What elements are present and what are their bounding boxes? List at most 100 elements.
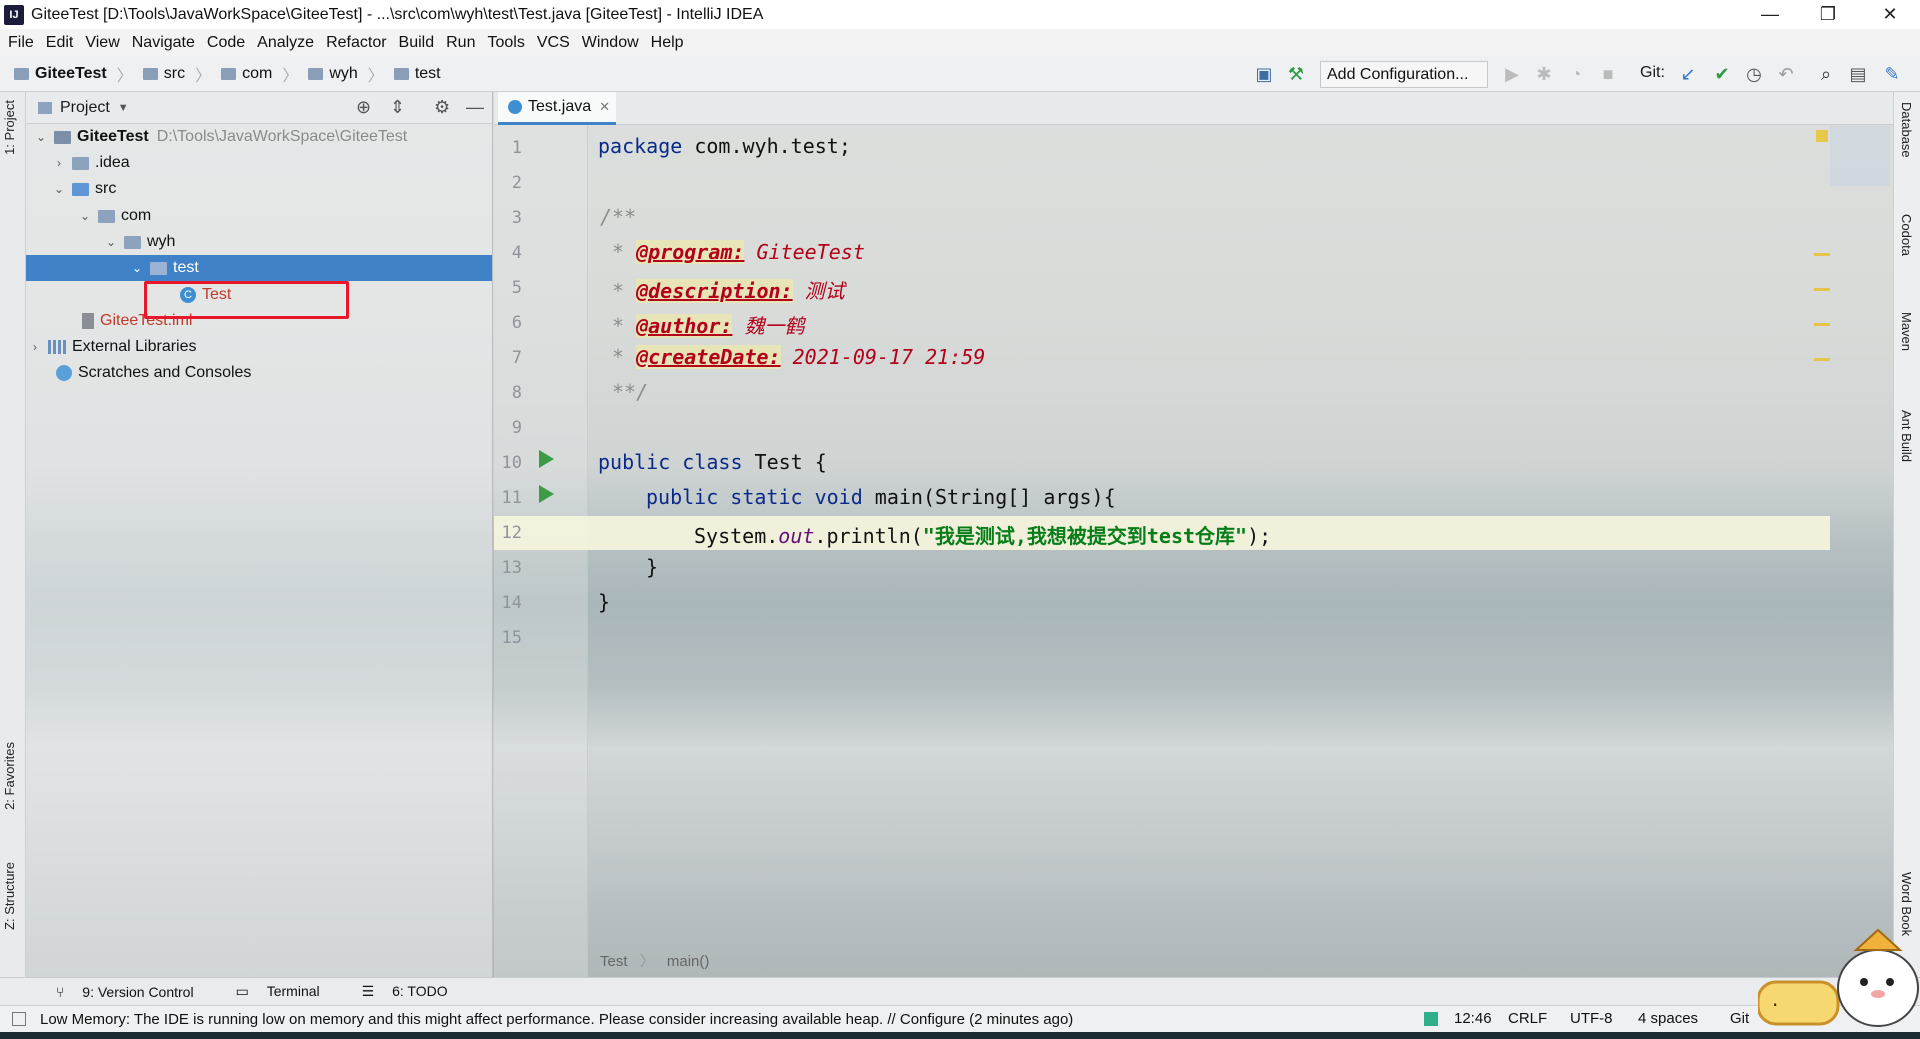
tree-item-idea[interactable]: › .idea — [26, 150, 492, 176]
code-line-5: * @description: 测试 — [612, 279, 845, 303]
breadcrumb-project[interactable]: GiteeTest 〉 — [14, 62, 133, 86]
indent-setting[interactable]: 4 spaces — [1638, 1010, 1698, 1027]
scratches-icon — [56, 365, 72, 381]
tree-item-src[interactable]: ⌄ src — [26, 176, 492, 202]
add-configuration-button[interactable]: Add Configuration... — [1320, 61, 1488, 88]
warning-stripe[interactable] — [1814, 288, 1830, 291]
menu-run[interactable]: Run — [446, 34, 475, 52]
chevron-down-icon[interactable]: ⌄ — [52, 182, 66, 196]
chevron-right-icon[interactable]: › — [52, 156, 66, 170]
tab-test-java[interactable]: Test.java ✕ — [498, 92, 616, 125]
search-icon[interactable]: ⌕ — [1814, 62, 1838, 86]
debug-icon[interactable]: ✱ — [1532, 62, 1556, 86]
tree-item-scratches[interactable]: Scratches and Consoles — [26, 360, 492, 386]
minimize-icon[interactable]: — — [1742, 0, 1798, 29]
module-folder-icon — [54, 130, 71, 144]
tree-item-giteetest[interactable]: ⌄ GiteeTest D:\Tools\JavaWorkSpace\GiteeTe… — [26, 124, 492, 150]
menu-analyze[interactable]: Analyze — [257, 34, 314, 52]
restore-icon[interactable]: ❐ — [1800, 0, 1856, 29]
ant-build-tool-tab[interactable]: Ant Build — [1899, 410, 1914, 462]
file-encoding[interactable]: UTF-8 — [1570, 1010, 1613, 1027]
code-minimap[interactable] — [1830, 126, 1890, 186]
string-literal: "我是测试,我想被提交到test仓库" — [922, 524, 1248, 548]
coverage-icon[interactable]: ◔ — [1564, 62, 1588, 86]
build-hammer-icon[interactable]: ⚒ — [1284, 62, 1308, 86]
svg-text:·: · — [1772, 993, 1778, 1017]
chevron-down-icon[interactable]: ⌄ — [104, 235, 118, 249]
menu-code[interactable]: Code — [207, 34, 245, 52]
translate-icon[interactable]: ✎ — [1880, 62, 1904, 86]
git-commit-icon[interactable]: ✔ — [1710, 62, 1734, 86]
line-number: 3 — [511, 208, 522, 228]
breadcrumb-com[interactable]: com 〉 — [221, 62, 298, 86]
tree-item-external-libraries[interactable]: › External Libraries — [26, 334, 492, 360]
line-number: 5 — [511, 278, 522, 298]
tab-label: Test.java — [528, 98, 592, 115]
warning-stripe[interactable] — [1814, 323, 1830, 326]
breadcrumb-wyh[interactable]: wyh 〉 — [308, 62, 384, 86]
tree-item-wyh[interactable]: ⌄ wyh — [26, 229, 492, 255]
git-branch[interactable]: Git — [1730, 1010, 1749, 1027]
close-tab-icon[interactable]: ✕ — [599, 99, 610, 115]
breadcrumb-label: src — [163, 64, 186, 82]
menu-build[interactable]: Build — [399, 34, 435, 52]
gear-icon[interactable]: ⚙ — [434, 97, 450, 118]
breadcrumb-class[interactable]: Test — [600, 953, 628, 970]
codota-tool-tab[interactable]: Codota — [1899, 214, 1914, 256]
line-number: 14 — [501, 593, 522, 613]
run-icon[interactable]: ▶ — [1500, 62, 1524, 86]
tree-item-com[interactable]: ⌄ com — [26, 203, 492, 229]
project-tool-tab[interactable]: 1: Project — [2, 100, 17, 155]
close-icon[interactable]: ✕ — [1862, 0, 1918, 29]
warning-stripe[interactable] — [1814, 253, 1830, 256]
menu-edit[interactable]: Edit — [46, 34, 74, 52]
menu-navigate[interactable]: Navigate — [132, 34, 195, 52]
project-panel-title[interactable]: Project — [60, 99, 110, 117]
menu-window[interactable]: Window — [582, 34, 639, 52]
codota-status-icon[interactable] — [1424, 1012, 1438, 1026]
database-tool-tab[interactable]: Database — [1899, 102, 1914, 158]
chevron-down-icon[interactable]: ▼ — [118, 102, 129, 114]
line-separator[interactable]: CRLF — [1508, 1010, 1547, 1027]
line-number: 10 — [501, 453, 522, 473]
collapse-all-icon[interactable]: ⇕ — [390, 97, 405, 118]
stop-icon[interactable]: ■ — [1596, 62, 1620, 86]
menu-refactor[interactable]: Refactor — [326, 34, 386, 52]
inspection-status-icon[interactable] — [1816, 130, 1828, 142]
menu-vcs[interactable]: VCS — [537, 34, 570, 52]
chevron-down-icon[interactable]: ⌄ — [34, 130, 48, 144]
menu-view[interactable]: View — [85, 34, 119, 52]
chevron-right-icon[interactable]: › — [28, 340, 42, 354]
maven-tool-tab[interactable]: Maven — [1899, 312, 1914, 351]
run-gutter-icon[interactable] — [539, 485, 554, 503]
chevron-down-icon[interactable]: ⌄ — [78, 209, 92, 223]
breadcrumb-label: com — [242, 64, 273, 82]
terminal-tab[interactable]: ▭ Terminal — [222, 983, 320, 1000]
locate-icon[interactable]: ⊕ — [356, 97, 371, 118]
project-structure-icon[interactable]: ▤ — [1846, 62, 1870, 86]
hide-panel-icon[interactable]: — — [466, 97, 484, 118]
git-update-icon[interactable]: ↙ — [1676, 62, 1700, 86]
menu-help[interactable]: Help — [651, 34, 684, 52]
breadcrumb-src[interactable]: src 〉 — [142, 62, 211, 86]
breadcrumb-method[interactable]: main() — [667, 953, 710, 970]
caret-position[interactable]: 12:46 — [1454, 1010, 1492, 1027]
git-history-icon[interactable]: ◷ — [1742, 62, 1766, 86]
favorites-tool-tab[interactable]: 2: Favorites — [2, 742, 17, 810]
todo-tab[interactable]: ☰ 6: TODO — [348, 983, 448, 1000]
version-control-tab[interactable]: ⑂ 9: Version Control — [42, 984, 194, 1000]
status-message[interactable]: Low Memory: The IDE is running low on me… — [40, 1011, 1073, 1028]
breadcrumb-test[interactable]: test — [393, 65, 441, 83]
toggle-tool-windows-icon[interactable] — [12, 1012, 26, 1026]
chevron-down-icon[interactable]: ⌄ — [130, 261, 144, 275]
structure-tool-tab[interactable]: Z: Structure — [2, 862, 17, 930]
tree-item-test-package[interactable]: ⌄ test — [26, 255, 492, 281]
menu-tools[interactable]: Tools — [487, 34, 524, 52]
warning-stripe[interactable] — [1814, 358, 1830, 361]
mascot-sticker: · — [1756, 920, 1920, 1032]
menu-file[interactable]: File — [8, 34, 34, 52]
tree-item-label: com — [121, 207, 152, 224]
run-gutter-icon[interactable] — [539, 450, 554, 468]
run-anything-icon[interactable]: ▣ — [1252, 62, 1276, 86]
git-rollback-icon[interactable]: ↶ — [1774, 62, 1798, 86]
